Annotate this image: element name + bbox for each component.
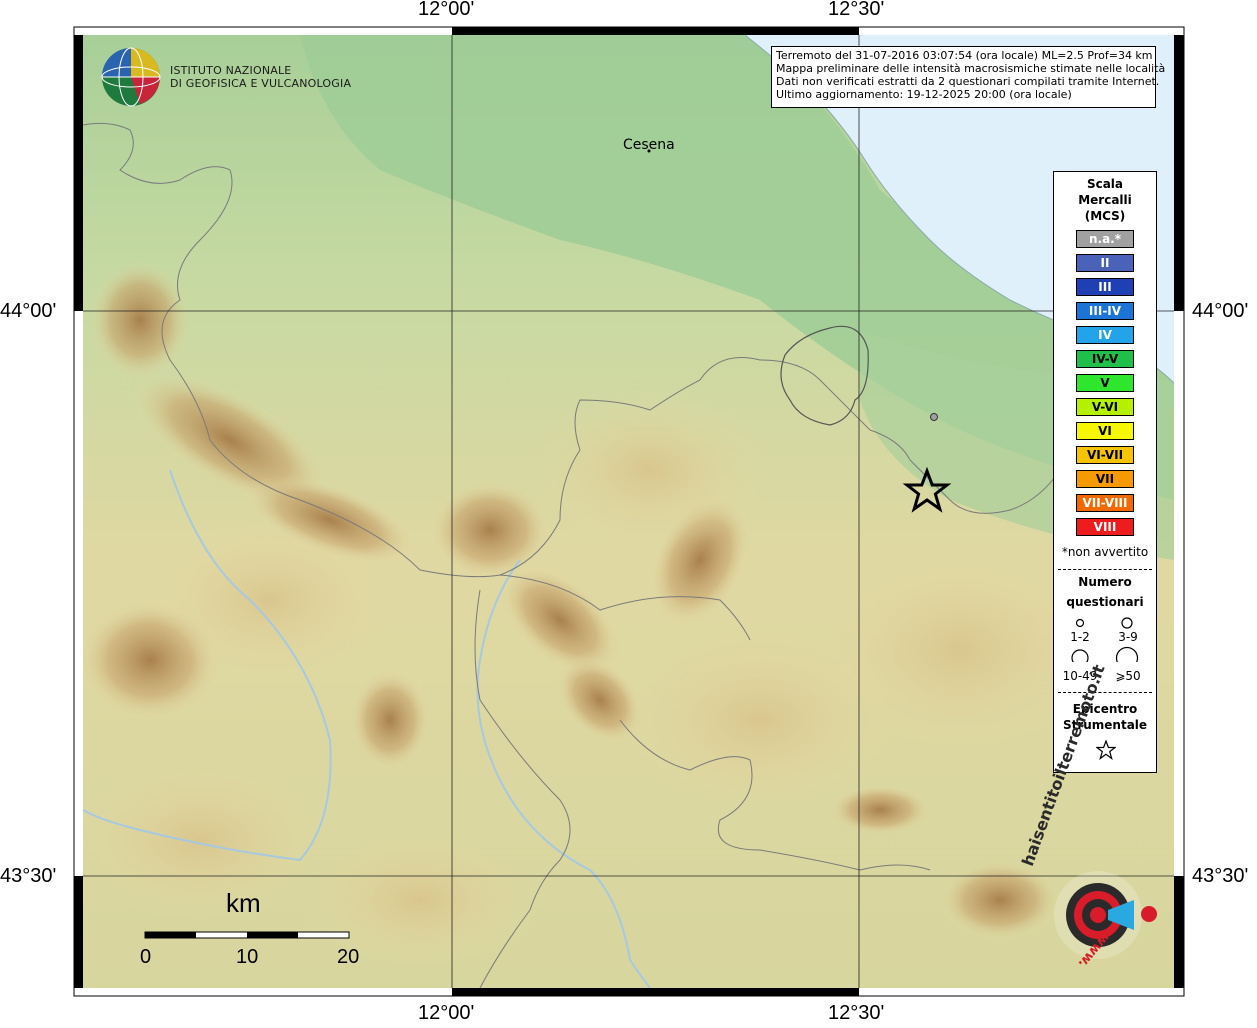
scale-tick-0: 0 <box>140 946 152 968</box>
count-symbol-large <box>1071 649 1089 662</box>
count-symbol-medium <box>1121 617 1133 629</box>
legend-swatch: III <box>1076 278 1134 296</box>
legend-swatch: IV <box>1076 326 1134 344</box>
scale-bar-title: km <box>226 888 261 918</box>
lat-label-left-4400: 44°00' <box>0 300 57 322</box>
legend-swatch: V-VI <box>1076 398 1134 416</box>
event-info-box: Terremoto del 31-07-2016 03:07:54 (ora l… <box>771 46 1166 108</box>
info-line-3: Dati non verificati estratti da 2 questi… <box>776 75 1160 88</box>
lon-label-bottom-1200: 12°00' <box>418 1002 475 1024</box>
legend-swatch: VI <box>1076 422 1134 440</box>
legend-swatch: VI-VII <box>1076 446 1134 464</box>
legend-swatch: VII <box>1076 470 1134 488</box>
ingv-name-line1: ISTITUTO NAZIONALE <box>170 64 292 77</box>
scale-tick-20: 20 <box>337 946 360 968</box>
lat-label-right-4330: 43°30' <box>1192 865 1249 887</box>
legend-swatch: VII-VIII <box>1076 494 1134 512</box>
lat-label-right-4400: 44°00' <box>1192 300 1249 322</box>
ingv-logo-icon <box>101 47 161 107</box>
ingv-name: ISTITUTO NAZIONALE DI GEOFISICA E VULCAN… <box>170 64 351 90</box>
legend-title-3: (MCS) <box>1084 209 1126 223</box>
legend-divider-1 <box>1058 569 1152 570</box>
count-title-2: questionari <box>1066 595 1144 609</box>
legend-divider-2 <box>1058 692 1152 693</box>
legend-swatch: III-IV <box>1076 302 1134 320</box>
info-line-2: Mappa preliminare delle intensità macros… <box>776 62 1166 75</box>
legend-title-1: Scala <box>1086 177 1124 191</box>
legend-swatch: V <box>1076 374 1134 392</box>
count-symbol-xlarge <box>1115 646 1139 662</box>
legend-title-2: Mercalli <box>1078 193 1132 207</box>
legend-swatch: n.a.* <box>1076 230 1134 248</box>
info-line-1: Terremoto del 31-07-2016 03:07:54 (ora l… <box>776 49 1153 62</box>
epi-title-1: Epicentro <box>1072 702 1138 716</box>
legend-note: *non avvertito <box>1061 545 1149 559</box>
lon-label-bottom-1230: 12°30' <box>828 1002 885 1024</box>
terrain <box>83 35 1174 988</box>
count-symbol-small <box>1075 618 1085 628</box>
epicenter-legend-star-icon <box>1096 740 1116 760</box>
macroseismic-map: 12°00' 12°30' 12°00' 12°30' 44°00' 43°30… <box>0 0 1257 1024</box>
lat-label-left-4330: 43°30' <box>0 865 57 887</box>
legend-swatch: II <box>1076 254 1134 272</box>
city-label-cesena: Cesena <box>623 137 675 153</box>
count-title-1: Numero <box>1078 575 1132 589</box>
count-label-1: 1-2 <box>1070 630 1090 644</box>
questionnaire-point[interactable] <box>930 413 938 421</box>
lon-label-top-1200: 12°00' <box>418 0 475 20</box>
scale-bar <box>144 931 350 939</box>
legend-swatch: IV-V <box>1076 350 1134 368</box>
lon-label-top-1230: 12°30' <box>828 0 885 20</box>
scale-tick-10: 10 <box>236 946 259 968</box>
ingv-name-line2: DI GEOFISICA E VULCANOLOGIA <box>170 77 352 90</box>
info-line-4: Ultimo aggiornamento: 19-12-2025 20:00 (… <box>776 88 1072 101</box>
count-label-4: ⩾50 <box>1115 669 1141 683</box>
count-label-2: 3-9 <box>1118 630 1138 644</box>
legend-swatch: VIII <box>1076 518 1134 536</box>
intensity-legend: Scala Mercalli (MCS) n.a.* II III III-IV IV I… <box>1053 171 1157 773</box>
